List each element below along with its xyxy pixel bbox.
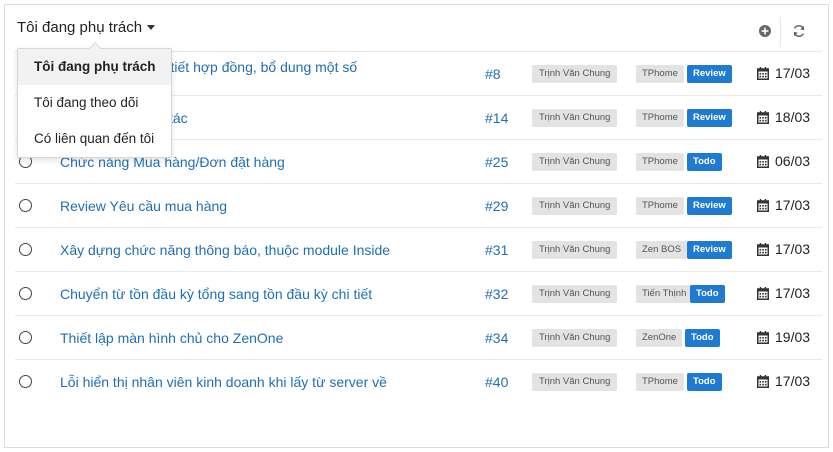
task-title-link[interactable]: Chuyển từ tồn đầu kỳ tổng sang tồn đầu k… (60, 286, 372, 302)
header-divider (780, 17, 781, 47)
task-complete-radio[interactable] (19, 331, 32, 344)
project-tag: TPhome (636, 109, 684, 127)
assignee-tag: Trịnh Văn Chung (532, 241, 618, 259)
status-badge[interactable]: Todo (687, 373, 722, 391)
refresh-button[interactable] (790, 22, 808, 40)
project-tag: ZenOne (636, 329, 683, 347)
task-row: Lỗi hiển thị nhân viên kinh doanh khi lấ… (15, 360, 822, 404)
due-date: 17/03 (757, 65, 810, 81)
due-date-text: 17/03 (775, 241, 811, 257)
status-badge[interactable]: Todo (687, 153, 722, 171)
task-row: Chuyển từ tồn đầu kỳ tổng sang tồn đầu k… (15, 272, 822, 316)
due-date-text: 18/03 (775, 109, 811, 125)
status-badge[interactable]: Review (687, 197, 732, 215)
task-number-link[interactable]: #40 (485, 374, 508, 390)
filter-dropdown-menu: Tôi đang phụ trách Tôi đang theo dõi Có … (17, 42, 172, 158)
assignee-tag: Trịnh Văn Chung (532, 65, 618, 83)
task-number-link[interactable]: #31 (485, 242, 508, 258)
task-complete-radio[interactable] (19, 375, 32, 388)
due-date: 17/03 (757, 285, 810, 301)
due-date-text: 17/03 (775, 285, 811, 301)
due-date: 17/03 (757, 197, 810, 213)
calendar-icon (757, 330, 769, 344)
menu-item-assigned[interactable]: Tôi đang phụ trách (18, 49, 171, 85)
project-tag: Zen BOS (636, 241, 688, 259)
due-date: 18/03 (757, 109, 810, 125)
task-number-link[interactable]: #32 (485, 286, 508, 302)
add-task-button[interactable] (756, 22, 774, 40)
task-title-link[interactable]: Xây dựng chức năng thông báo, thuộc modu… (60, 242, 390, 258)
task-row: Review Yêu cầu mua hàng #29 Trịnh Văn Chun… (15, 184, 822, 228)
task-complete-radio[interactable] (19, 243, 32, 256)
calendar-icon (757, 374, 769, 388)
filter-dropdown-toggle[interactable]: Tôi đang phụ trách (17, 19, 156, 36)
project-tag: TPhome (636, 197, 684, 215)
menu-item-related[interactable]: Có liên quan đến tôi (18, 121, 171, 157)
calendar-icon (757, 110, 769, 124)
assignee-tag: Trịnh Văn Chung (532, 373, 618, 391)
due-date-text: 17/03 (775, 197, 811, 213)
task-row: Xây dựng chức năng thông báo, thuộc modu… (15, 228, 822, 272)
task-number-link[interactable]: #25 (485, 154, 508, 170)
task-complete-radio[interactable] (19, 287, 32, 300)
filter-title: Tôi đang phụ trách (17, 19, 143, 36)
due-date: 06/03 (757, 153, 810, 169)
task-complete-radio[interactable] (19, 199, 32, 212)
due-date: 17/03 (757, 241, 810, 257)
calendar-icon (757, 66, 769, 80)
due-date-text: 19/03 (775, 329, 811, 345)
status-badge[interactable]: Review (687, 241, 732, 259)
caret-down-icon (147, 25, 156, 30)
due-date: 19/03 (757, 329, 810, 345)
status-badge[interactable]: Todo (690, 285, 725, 303)
task-number-link[interactable]: #8 (485, 66, 501, 82)
status-badge[interactable]: Todo (685, 329, 720, 347)
calendar-icon (757, 286, 769, 300)
due-date-text: 17/03 (775, 65, 811, 81)
panel-header: Tôi đang phụ trách (5, 5, 828, 52)
project-tag: TPhome (636, 373, 684, 391)
project-tag: TPhome (636, 65, 684, 83)
assignee-tag: Trịnh Văn Chung (532, 329, 618, 347)
task-title-link[interactable]: Thiết lập màn hình chủ cho ZenOne (60, 330, 283, 346)
assignee-tag: Trịnh Văn Chung (532, 197, 618, 215)
due-date-text: 06/03 (775, 153, 811, 169)
project-tag: Tiến Thịnh (636, 285, 693, 303)
assignee-tag: Trịnh Văn Chung (532, 153, 618, 171)
task-number-link[interactable]: #14 (485, 110, 508, 126)
assignee-tag: Trịnh Văn Chung (532, 285, 618, 303)
project-tag: TPhome (636, 153, 684, 171)
assignee-tag: Trịnh Văn Chung (532, 109, 618, 127)
plus-circle-icon (759, 25, 771, 37)
status-badge[interactable]: Review (687, 65, 732, 83)
refresh-icon (793, 25, 805, 37)
calendar-icon (757, 242, 769, 256)
status-badge[interactable]: Review (687, 109, 732, 127)
calendar-icon (757, 198, 769, 212)
task-number-link[interactable]: #29 (485, 198, 508, 214)
task-number-link[interactable]: #34 (485, 330, 508, 346)
task-title-link[interactable]: Review Yêu cầu mua hàng (60, 198, 227, 214)
due-date: 17/03 (757, 373, 810, 389)
menu-item-following[interactable]: Tôi đang theo dõi (18, 85, 171, 121)
due-date-text: 17/03 (775, 373, 811, 389)
task-row: Thiết lập màn hình chủ cho ZenOne #34 Trịn… (15, 316, 822, 360)
calendar-icon (757, 154, 769, 168)
task-title-link[interactable]: Lỗi hiển thị nhân viên kinh doanh khi lấ… (60, 374, 387, 390)
